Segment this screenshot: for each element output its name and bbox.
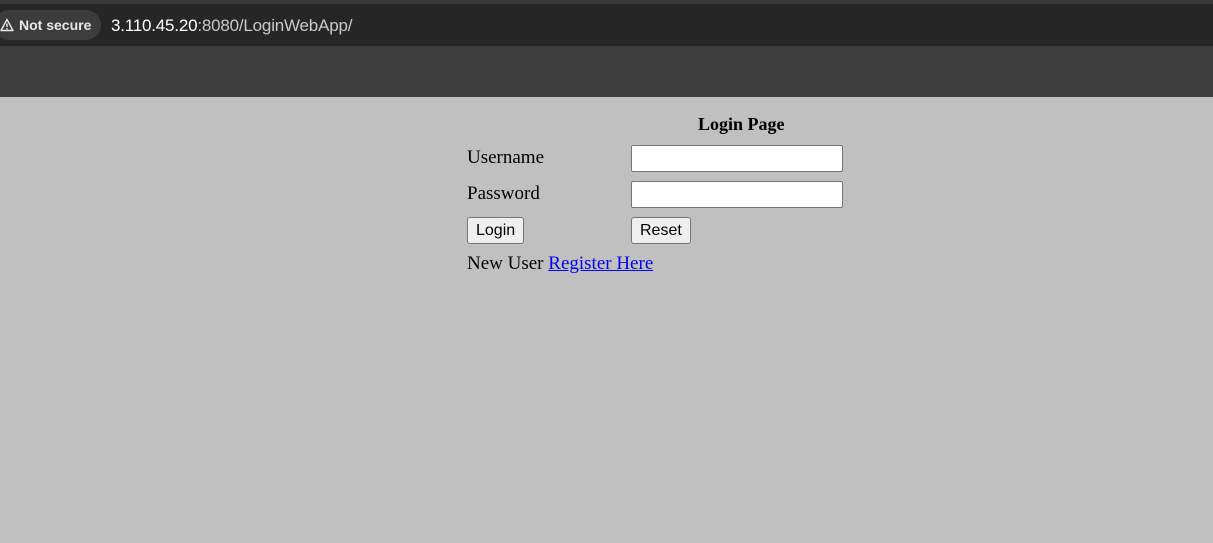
reset-button[interactable]: Reset xyxy=(631,217,691,244)
url-host: 3.110.45.20 xyxy=(111,16,198,35)
login-title: Login Page xyxy=(698,114,785,134)
password-input[interactable] xyxy=(631,181,843,208)
login-button[interactable]: Login xyxy=(467,217,525,244)
new-user-text: New User xyxy=(467,253,544,274)
username-label: Username xyxy=(467,147,545,168)
password-label: Password xyxy=(467,183,540,204)
new-user-row: New User Register Here xyxy=(467,253,653,275)
username-input[interactable] xyxy=(631,145,843,172)
warning-triangle-icon xyxy=(0,18,14,32)
security-label: Not secure xyxy=(19,17,92,33)
browser-toolbar xyxy=(0,46,1213,97)
url-path: :8080/LoginWebApp/ xyxy=(197,16,353,35)
register-link[interactable]: Register Here xyxy=(548,253,653,274)
address-bar[interactable]: Not secure 3.110.45.20:8080/LoginWebApp/ xyxy=(0,4,1213,46)
url-text[interactable]: 3.110.45.20:8080/LoginWebApp/ xyxy=(111,16,352,36)
page-content: Login Page Username Password Login Reset… xyxy=(0,97,1213,543)
security-indicator[interactable]: Not secure xyxy=(0,10,102,40)
